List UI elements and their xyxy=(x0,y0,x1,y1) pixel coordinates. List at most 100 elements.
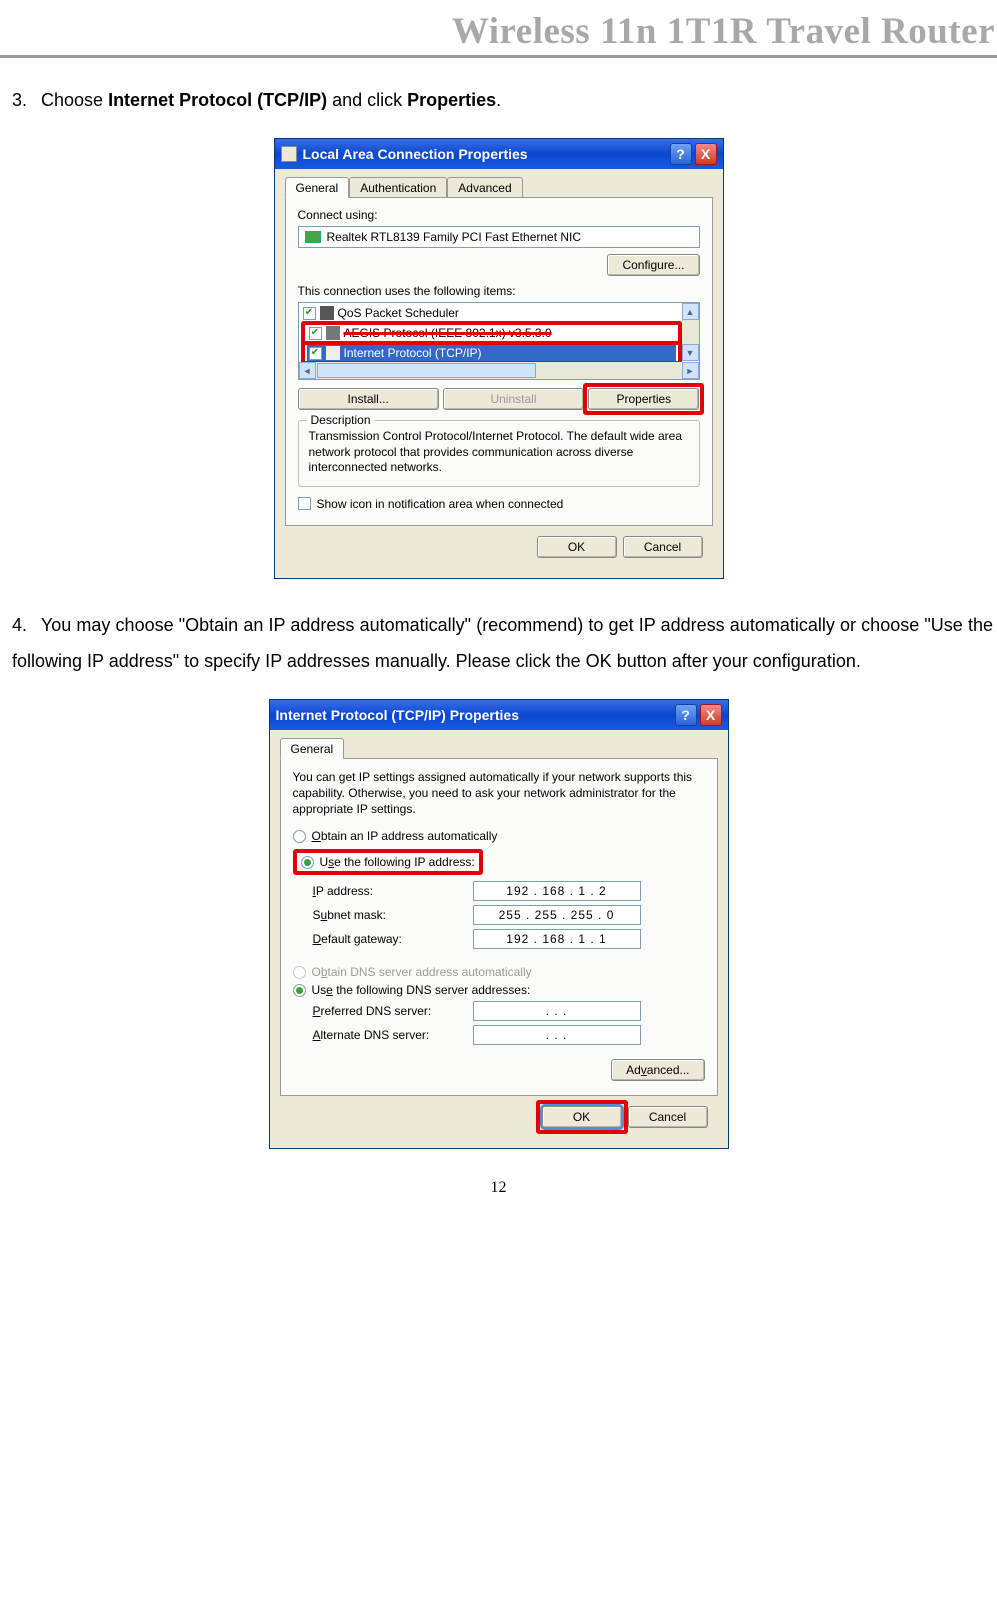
default-gateway-label: Default gateway: xyxy=(313,932,473,946)
ok-button[interactable]: OK xyxy=(537,536,617,558)
connect-using-label: Connect using: xyxy=(298,208,700,222)
description-text: Transmission Control Protocol/Internet P… xyxy=(309,429,689,476)
description-groupbox: Description Transmission Control Protoco… xyxy=(298,420,700,487)
description-legend: Description xyxy=(307,413,375,427)
list-item-label: QoS Packet Scheduler xyxy=(338,305,459,321)
network-icon xyxy=(281,146,297,162)
local-area-connection-dialog: Local Area Connection Properties ? X Gen… xyxy=(274,138,724,579)
radio-icon[interactable] xyxy=(293,830,306,843)
preferred-dns-input[interactable]: . . . xyxy=(473,1001,641,1021)
checkbox-icon[interactable]: ✔ xyxy=(303,307,316,320)
configure-button[interactable]: Configure... xyxy=(607,254,699,276)
step-3-text-mid: and click xyxy=(327,90,407,110)
nic-icon xyxy=(305,231,321,243)
radio-use-ip-label: Use the following IP address: xyxy=(320,855,475,869)
page-header: Wireless 11n 1T1R Travel Router xyxy=(0,10,997,58)
tab-advanced[interactable]: Advanced xyxy=(447,177,522,198)
uninstall-button: Uninstall xyxy=(443,388,584,410)
advanced-button[interactable]: Advanced... xyxy=(611,1059,704,1081)
scroll-left-icon[interactable]: ◄ xyxy=(299,362,316,379)
tab-general[interactable]: General xyxy=(280,738,345,759)
dialog-1-tabs: General Authentication Advanced xyxy=(285,177,713,198)
tcpip-properties-dialog: Internet Protocol (TCP/IP) Properties ? … xyxy=(269,699,729,1150)
scroll-thumb[interactable] xyxy=(317,363,537,378)
step-3-bold-1: Internet Protocol (TCP/IP) xyxy=(108,90,327,110)
radio-use-dns[interactable]: Use the following DNS server addresses: xyxy=(293,983,705,997)
alternate-dns-label: Alternate DNS server: xyxy=(313,1028,473,1042)
ip-address-input[interactable]: 192 . 168 . 1 . 2 xyxy=(473,881,641,901)
page-number: 12 xyxy=(0,1179,997,1197)
adapter-name: Realtek RTL8139 Family PCI Fast Ethernet… xyxy=(327,230,582,244)
cancel-button[interactable]: Cancel xyxy=(628,1106,708,1128)
tcpip-icon xyxy=(326,346,340,360)
help-button[interactable]: ? xyxy=(675,704,697,726)
subnet-mask-label: Subnet mask: xyxy=(313,908,473,922)
radio-obtain-ip-label: Obtain an IP address automatically xyxy=(312,829,498,843)
install-button[interactable]: Install... xyxy=(298,388,439,410)
radio-use-dns-label: Use the following DNS server addresses: xyxy=(312,983,531,997)
scroll-right-icon[interactable]: ► xyxy=(682,362,699,379)
adapter-field: Realtek RTL8139 Family PCI Fast Ethernet… xyxy=(298,226,700,248)
close-icon: X xyxy=(701,146,710,162)
radio-use-ip-highlight: Use the following IP address: xyxy=(293,849,483,875)
preferred-dns-label: Preferred DNS server: xyxy=(313,1004,473,1018)
items-label: This connection uses the following items… xyxy=(298,284,700,298)
list-item-tcpip[interactable]: ✔ Internet Protocol (TCP/IP) xyxy=(307,345,676,361)
dialog-1-wrap: Local Area Connection Properties ? X Gen… xyxy=(0,138,997,579)
protocol-icon xyxy=(326,326,340,340)
properties-button[interactable]: Properties xyxy=(588,388,699,410)
radio-icon[interactable] xyxy=(301,856,314,869)
dialog-2-wrap: Internet Protocol (TCP/IP) Properties ? … xyxy=(0,699,997,1150)
dialog-1-title: Local Area Connection Properties xyxy=(303,146,528,162)
scroll-down-icon[interactable]: ▼ xyxy=(682,344,699,361)
show-icon-label: Show icon in notification area when conn… xyxy=(317,497,564,511)
tab-general[interactable]: General xyxy=(285,177,350,198)
radio-obtain-dns: Obtain DNS server address automatically xyxy=(293,965,705,979)
help-icon: ? xyxy=(681,707,690,723)
ok-button[interactable]: OK xyxy=(542,1106,622,1128)
list-item-aegis-highlight: ✔ AEGIS Protocol (IEEE 802.1x) v3.5.3.0 xyxy=(301,321,682,341)
page-title: Wireless 11n 1T1R Travel Router xyxy=(452,11,995,52)
radio-obtain-dns-label: Obtain DNS server address automatically xyxy=(312,965,532,979)
dialog-2-general-pane: You can get IP settings assigned automat… xyxy=(280,758,718,1097)
list-item-label: AEGIS Protocol (IEEE 802.1x) v3.5.3.0 xyxy=(344,325,552,341)
alternate-dns-input[interactable]: . . . xyxy=(473,1025,641,1045)
step-4-number: 4. xyxy=(12,607,36,643)
radio-icon[interactable] xyxy=(293,984,306,997)
checkbox-icon[interactable]: ✔ xyxy=(309,347,322,360)
list-item-qos[interactable]: ✔ QoS Packet Scheduler xyxy=(301,305,682,321)
tcpip-intro-text: You can get IP settings assigned automat… xyxy=(293,769,705,818)
step-3-number: 3. xyxy=(12,82,36,118)
close-button[interactable]: X xyxy=(695,143,717,165)
tab-authentication[interactable]: Authentication xyxy=(349,177,447,198)
close-icon: X xyxy=(706,707,715,723)
checkbox-icon[interactable]: ✔ xyxy=(309,327,322,340)
radio-icon xyxy=(293,966,306,979)
radio-use-ip[interactable]: Use the following IP address: xyxy=(301,855,475,869)
connection-items-listbox[interactable]: ✔ QoS Packet Scheduler ✔ AEGIS Protocol … xyxy=(298,302,700,380)
qos-icon xyxy=(320,306,334,320)
subnet-mask-input[interactable]: 255 . 255 . 255 . 0 xyxy=(473,905,641,925)
close-button[interactable]: X xyxy=(700,704,722,726)
help-button[interactable]: ? xyxy=(670,143,692,165)
radio-obtain-ip[interactable]: Obtain an IP address automatically xyxy=(293,829,705,843)
list-item-aegis[interactable]: ✔ AEGIS Protocol (IEEE 802.1x) v3.5.3.0 xyxy=(307,325,676,341)
dialog-1-general-pane: Connect using: Realtek RTL8139 Family PC… xyxy=(285,197,713,526)
list-item-label: Internet Protocol (TCP/IP) xyxy=(344,345,482,361)
scroll-up-icon[interactable]: ▲ xyxy=(682,303,699,320)
instruction-step-4: 4. You may choose "Obtain an IP address … xyxy=(12,607,993,679)
dialog-2-title: Internet Protocol (TCP/IP) Properties xyxy=(276,707,519,723)
step-3-text-pre: Choose xyxy=(41,90,108,110)
show-icon-checkbox-row[interactable]: ✔ Show icon in notification area when co… xyxy=(298,497,700,511)
help-icon: ? xyxy=(676,146,685,162)
cancel-button[interactable]: Cancel xyxy=(623,536,703,558)
default-gateway-input[interactable]: 192 . 168 . 1 . 1 xyxy=(473,929,641,949)
scrollbar-vertical[interactable]: ▲ ▼ xyxy=(682,303,699,361)
instruction-step-3: 3. Choose Internet Protocol (TCP/IP) and… xyxy=(12,82,993,118)
dialog-1-titlebar: Local Area Connection Properties ? X xyxy=(275,139,723,169)
checkbox-icon[interactable]: ✔ xyxy=(298,497,311,510)
scrollbar-horizontal[interactable]: ◄ ► xyxy=(299,362,699,379)
step-4-text: You may choose "Obtain an IP address aut… xyxy=(12,615,993,671)
step-3-text-post: . xyxy=(496,90,501,110)
ip-address-label: IP address: xyxy=(313,884,473,898)
